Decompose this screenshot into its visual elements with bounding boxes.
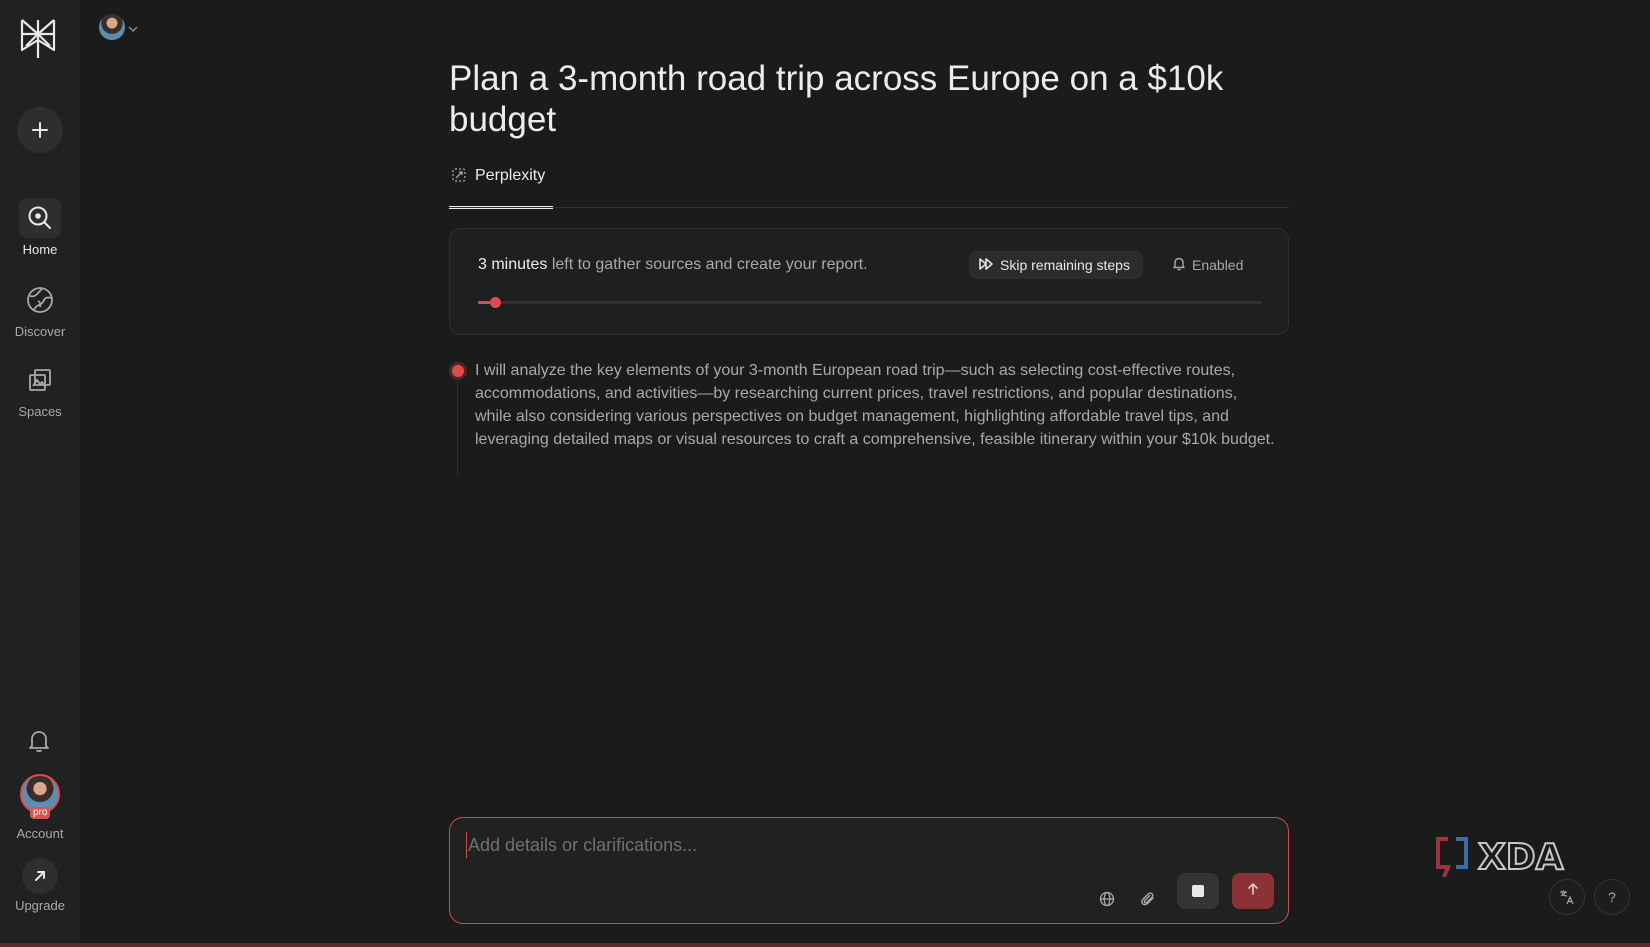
sidebar-item-label: Discover: [14, 324, 66, 339]
sidebar-item-label: Home: [22, 242, 58, 257]
research-plan-text: I will analyze the key elements of your …: [475, 362, 1275, 448]
progress-knob: [490, 297, 501, 308]
avatar[interactable]: [99, 14, 125, 40]
tab-divider: [449, 207, 1289, 208]
globe-icon: [19, 280, 61, 320]
notify-label: Enabled: [1192, 257, 1244, 273]
globe-icon[interactable]: [1093, 885, 1121, 913]
sidebar: Home Discover Spaces pro Account Upgrade: [0, 0, 80, 947]
submit-button[interactable]: [1232, 873, 1274, 909]
sidebar-item-home[interactable]: Home: [0, 198, 80, 257]
new-thread-button[interactable]: [17, 107, 63, 153]
tab-perplexity[interactable]: Perplexity: [449, 167, 553, 209]
progress-card: 3 minutes left to gather sources and cre…: [449, 228, 1289, 335]
fast-forward-icon: [979, 257, 993, 273]
details-input[interactable]: [466, 832, 1246, 858]
step-timeline: [457, 380, 458, 476]
progress-status: 3 minutes left to gather sources and cre…: [478, 256, 868, 274]
sidebar-item-label: Spaces: [18, 404, 62, 419]
skip-label: Skip remaining steps: [1000, 257, 1130, 273]
spaces-icon: [19, 360, 61, 400]
home-search-icon: [19, 198, 61, 238]
window-bottom-border: [0, 943, 1650, 947]
arrow-up-right-icon: [22, 858, 58, 894]
time-remaining: 3 minutes: [478, 256, 548, 273]
page-title: Plan a 3-month road trip across Europe o…: [449, 59, 1224, 139]
paperclip-icon[interactable]: [1134, 885, 1162, 913]
avatar: pro: [20, 774, 60, 819]
sidebar-item-discover[interactable]: Discover: [0, 280, 80, 339]
notifications-bell-icon[interactable]: [27, 728, 51, 759]
research-icon: [451, 167, 467, 188]
help-button[interactable]: ?: [1594, 879, 1630, 915]
watermark-text: XDA: [1478, 837, 1564, 878]
pro-badge: pro: [30, 807, 51, 819]
sidebar-item-spaces[interactable]: Spaces: [0, 360, 80, 419]
account-menu[interactable]: pro Account: [0, 774, 80, 841]
notification-toggle[interactable]: Enabled: [1172, 251, 1243, 279]
arrow-up-icon: [1246, 882, 1260, 901]
perplexity-logo-icon[interactable]: [18, 16, 62, 64]
progress-status-text: left to gather sources and create your r…: [547, 256, 868, 273]
tab-label: Perplexity: [475, 167, 546, 184]
translate-icon[interactable]: [1549, 879, 1585, 915]
skip-remaining-steps-button[interactable]: Skip remaining steps: [969, 251, 1143, 279]
help-label: ?: [1608, 889, 1616, 905]
progress-bar: [478, 297, 1262, 308]
chevron-down-icon[interactable]: [128, 20, 138, 38]
stop-icon: [1192, 885, 1204, 897]
composer: [449, 817, 1289, 924]
account-label: Account: [16, 826, 64, 841]
bell-icon: [1172, 256, 1186, 274]
step-indicator: [452, 365, 464, 377]
upgrade-button[interactable]: Upgrade: [0, 858, 80, 913]
stop-button[interactable]: [1177, 873, 1219, 909]
upgrade-label: Upgrade: [15, 898, 65, 913]
